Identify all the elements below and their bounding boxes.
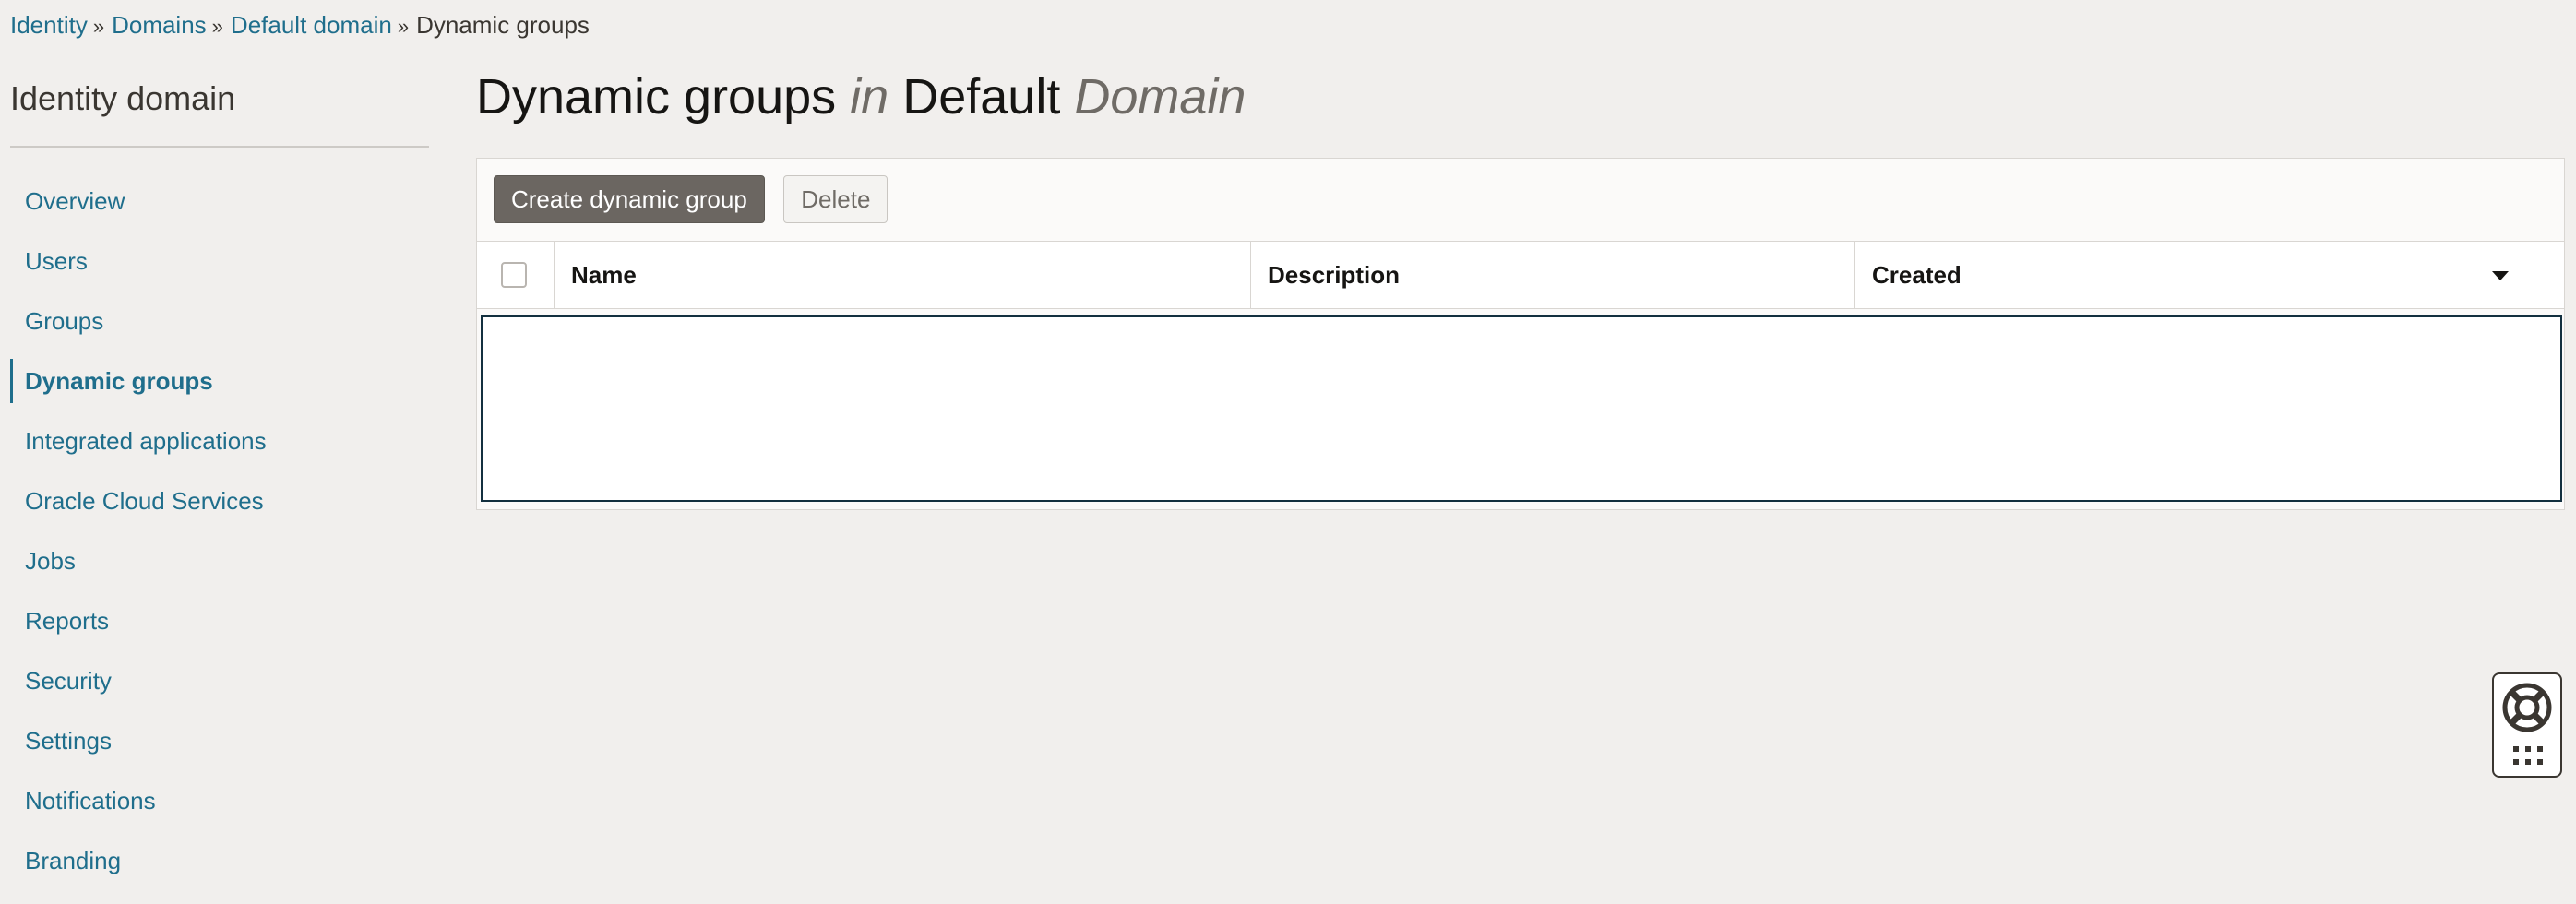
select-all-cell: [477, 242, 555, 308]
sidebar-item-dynamic-groups[interactable]: Dynamic groups: [10, 357, 287, 417]
breadcrumb-domains[interactable]: Domains: [112, 11, 207, 39]
table-body-empty: [481, 315, 2562, 502]
column-header-description[interactable]: Description: [1251, 242, 1855, 308]
sort-desc-icon[interactable]: [2492, 271, 2509, 280]
page-title-in: in: [850, 69, 889, 125]
breadcrumb: Identity» Domains» Default domain» Dynamic …: [10, 9, 590, 42]
sidebar-item-branding[interactable]: Branding: [10, 837, 287, 897]
create-dynamic-group-button[interactable]: Create dynamic group: [494, 175, 765, 223]
grid-icon[interactable]: [2511, 744, 2545, 767]
page-title-main: Dynamic groups: [476, 69, 837, 125]
column-header-created-label: Created: [1872, 261, 1962, 289]
sidebar-item-security[interactable]: Security: [10, 657, 287, 717]
sidebar-item-notifications[interactable]: Notifications: [10, 777, 287, 837]
breadcrumb-separator: »: [211, 15, 223, 38]
sidebar-item-jobs[interactable]: Jobs: [10, 537, 287, 597]
sidebar-item-groups[interactable]: Groups: [10, 297, 287, 357]
lifebuoy-icon[interactable]: [2501, 682, 2553, 733]
help-widget[interactable]: [2492, 672, 2562, 778]
breadcrumb-current: Dynamic groups: [416, 11, 590, 39]
breadcrumb-default-domain[interactable]: Default domain: [231, 11, 392, 39]
column-header-created[interactable]: Created: [1855, 242, 2564, 308]
sidebar-title: Identity domain: [10, 79, 236, 117]
sidebar-item-oracle-cloud-services[interactable]: Oracle Cloud Services: [10, 477, 287, 537]
breadcrumb-identity[interactable]: Identity: [10, 11, 88, 39]
sidebar-item-overview[interactable]: Overview: [10, 177, 287, 237]
column-header-name[interactable]: Name: [555, 242, 1251, 308]
sidebar-item-users[interactable]: Users: [10, 237, 287, 297]
delete-button[interactable]: Delete: [783, 175, 888, 223]
table-toolbar: Create dynamic group Delete: [494, 175, 888, 223]
table-header: Name Description Created: [477, 241, 2564, 309]
page-title-domain: Default: [902, 69, 1061, 125]
page-title-domain-suffix: Domain: [1074, 69, 1246, 125]
sidebar-item-reports[interactable]: Reports: [10, 597, 287, 657]
sidebar-item-settings[interactable]: Settings: [10, 717, 287, 777]
page-title: Dynamic groups in Default Domain: [476, 65, 1246, 129]
sidebar-nav: Overview Users Groups Dynamic groups Int…: [10, 177, 287, 897]
sidebar-item-integrated-applications[interactable]: Integrated applications: [10, 417, 287, 477]
select-all-checkbox[interactable]: [501, 262, 527, 288]
breadcrumb-separator: »: [397, 15, 410, 38]
sidebar-divider: [10, 146, 429, 148]
breadcrumb-separator: »: [92, 15, 105, 38]
dynamic-groups-table-panel: Create dynamic group Delete Name Descrip…: [476, 158, 2565, 510]
